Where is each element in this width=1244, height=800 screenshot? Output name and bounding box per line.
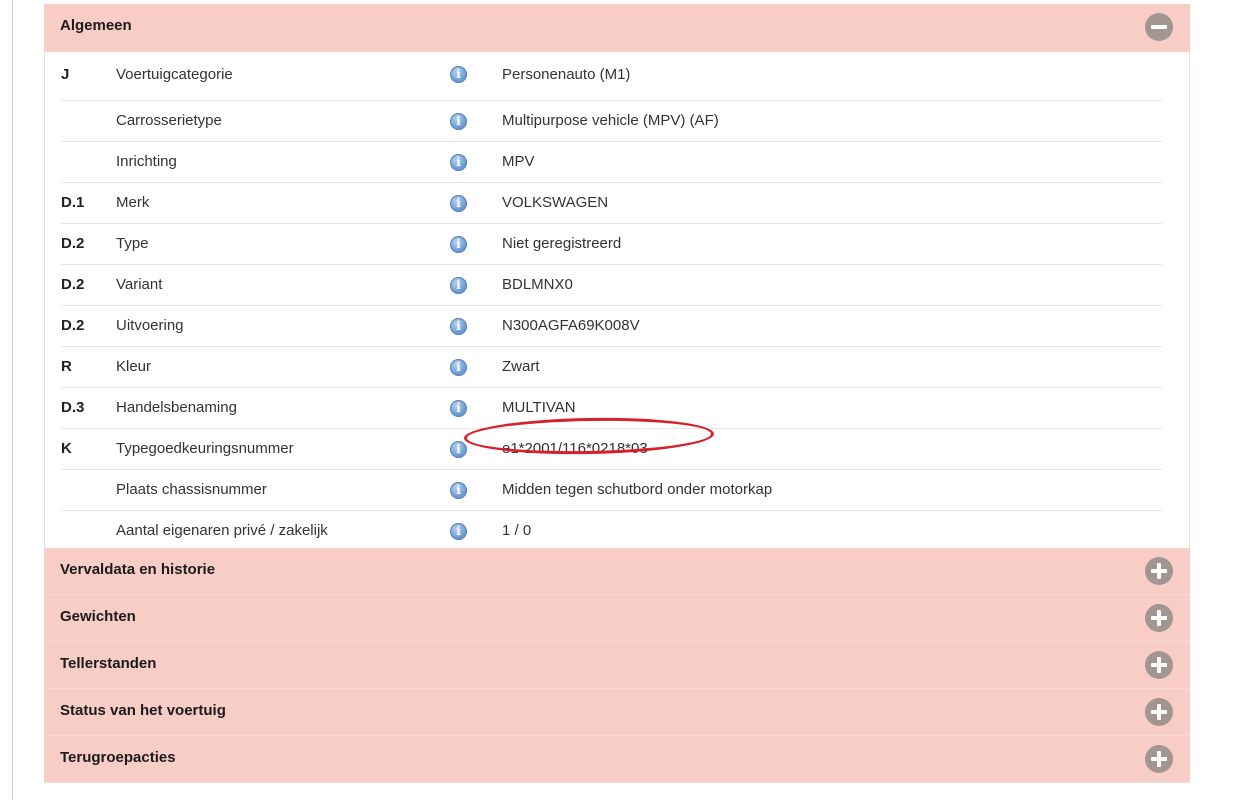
plus-circle-icon[interactable] [1145, 745, 1173, 773]
table-row: Carrosserietype i Multipurpose vehicle (… [61, 101, 1162, 142]
row-value: Niet geregistreerd [502, 235, 622, 252]
row-value: e1*2001/116*0218*03 [502, 440, 648, 457]
row-value: Personenauto (M1) [502, 66, 631, 83]
section-header-algemeen[interactable]: Algemeen [44, 4, 1190, 52]
table-row: D.2 Uitvoering i N300AGFA69K008V [61, 306, 1162, 347]
left-border-line [12, 0, 13, 800]
row-value: BDLMNX0 [502, 276, 573, 293]
section-title-vervaldata: Vervaldata en historie [60, 561, 216, 578]
table-row: K Typegoedkeuringsnummer i e1*2001/116*0… [61, 429, 1162, 470]
row-label: Plaats chassisnummer [116, 481, 267, 498]
row-code: D.2 [61, 276, 85, 293]
info-icon[interactable]: i [450, 236, 467, 253]
info-icon[interactable]: i [450, 277, 467, 294]
info-icon[interactable]: i [450, 318, 467, 335]
section-title-status: Status van het voertuig [60, 702, 226, 719]
row-value: Zwart [502, 358, 540, 375]
row-label: Handelsbenaming [116, 399, 237, 416]
info-icon[interactable]: i [450, 400, 467, 417]
plus-circle-icon[interactable] [1145, 651, 1173, 679]
plus-circle-icon[interactable] [1145, 604, 1173, 632]
row-label: Merk [116, 194, 150, 211]
row-label: Type [116, 235, 149, 252]
table-row: Inrichting i MPV [61, 142, 1162, 183]
info-icon[interactable]: i [450, 523, 467, 540]
row-value: Midden tegen schutbord onder motorkap [502, 481, 773, 498]
row-label: Aantal eigenaren privé / zakelijk [116, 522, 328, 539]
info-icon[interactable]: i [450, 113, 467, 130]
table-row: J Voertuigcategorie i Personenauto (M1) [61, 52, 1162, 101]
section-header-gewichten[interactable]: Gewichten [44, 595, 1190, 642]
row-label: Uitvoering [116, 317, 184, 334]
plus-circle-icon[interactable] [1145, 698, 1173, 726]
table-row: Plaats chassisnummer i Midden tegen schu… [61, 470, 1162, 511]
info-icon[interactable]: i [450, 195, 467, 212]
section-title-algemeen: Algemeen [60, 17, 132, 34]
table-row: R Kleur i Zwart [61, 347, 1162, 388]
section-body-algemeen: J Voertuigcategorie i Personenauto (M1) … [44, 52, 1190, 548]
row-label: Voertuigcategorie [116, 66, 233, 83]
row-code: D.2 [61, 235, 85, 252]
table-row: D.2 Variant i BDLMNX0 [61, 265, 1162, 306]
section-title-terugroepacties: Terugroepacties [60, 749, 176, 766]
row-label: Typegoedkeuringsnummer [116, 440, 294, 457]
row-label: Carrosserietype [116, 112, 222, 129]
table-row: D.2 Type i Niet geregistreerd [61, 224, 1162, 265]
row-code: R [61, 358, 72, 375]
row-label: Kleur [116, 358, 152, 375]
row-code: D.2 [61, 317, 85, 334]
section-header-status[interactable]: Status van het voertuig [44, 689, 1190, 736]
table-row: D.1 Merk i VOLKSWAGEN [61, 183, 1162, 224]
info-icon[interactable]: i [450, 482, 467, 499]
info-icon[interactable]: i [450, 154, 467, 171]
row-code: D.3 [61, 399, 85, 416]
row-value: 1 / 0 [502, 522, 532, 539]
section-header-terugroepacties[interactable]: Terugroepacties [44, 736, 1190, 783]
row-code: K [61, 440, 72, 457]
section-title-tellerstanden: Tellerstanden [60, 655, 157, 672]
plus-circle-icon[interactable] [1145, 557, 1173, 585]
info-icon[interactable]: i [450, 359, 467, 376]
info-icon[interactable]: i [450, 66, 467, 83]
row-value: VOLKSWAGEN [502, 194, 609, 211]
vehicle-info-accordion: Algemeen J Voertuigcategorie i Personena… [44, 4, 1190, 783]
row-label: Inrichting [116, 153, 177, 170]
row-code: J [61, 66, 70, 83]
row-value: MULTIVAN [502, 399, 576, 416]
row-label: Variant [116, 276, 163, 293]
row-value: MPV [502, 153, 535, 170]
section-header-tellerstanden[interactable]: Tellerstanden [44, 642, 1190, 689]
row-code: D.1 [61, 194, 85, 211]
section-title-gewichten: Gewichten [60, 608, 136, 625]
minus-circle-icon[interactable] [1145, 13, 1173, 41]
section-header-vervaldata[interactable]: Vervaldata en historie [44, 548, 1190, 595]
row-value: Multipurpose vehicle (MPV) (AF) [502, 112, 719, 129]
table-row: Aantal eigenaren privé / zakelijk i 1 / … [61, 511, 1162, 551]
row-value: N300AGFA69K008V [502, 317, 640, 334]
table-row: D.3 Handelsbenaming i MULTIVAN [61, 388, 1162, 429]
info-icon[interactable]: i [450, 441, 467, 458]
